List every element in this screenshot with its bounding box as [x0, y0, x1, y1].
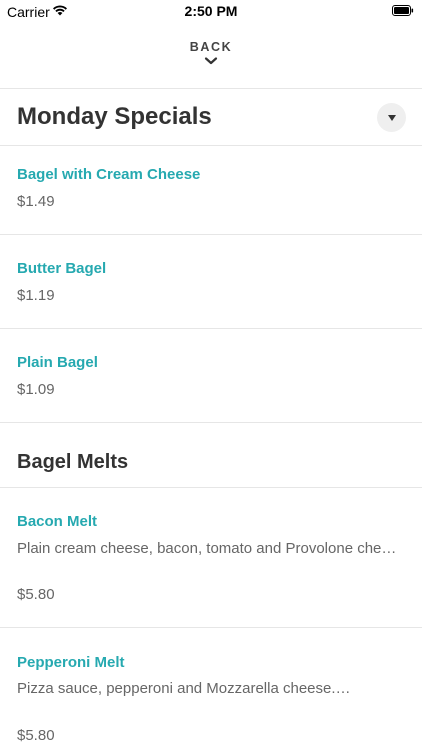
item-name: Butter Bagel [17, 260, 107, 277]
section-title: Monday Specials [17, 103, 212, 130]
status-bar: Carrier 2:50 PM [0, 0, 422, 24]
chevron-down-icon [204, 57, 218, 65]
item-name: Bagel with Cream Cheese [17, 166, 201, 183]
section-dropdown-button[interactable] [377, 103, 406, 132]
clock: 2:50 PM [184, 3, 238, 19]
divider [0, 234, 422, 235]
divider [0, 328, 422, 329]
item-price: $1.09 [17, 381, 55, 398]
item-name: Pepperoni Melt [17, 654, 125, 671]
back-label: BACK [189, 40, 233, 54]
item-price: $5.80 [17, 727, 55, 744]
item-name: Plain Bagel [17, 354, 98, 371]
divider [0, 145, 422, 146]
item-price: $5.80 [17, 586, 55, 603]
back-button[interactable]: BACK [0, 38, 422, 78]
item-description: Plain cream cheese, bacon, tomato and Pr… [17, 540, 402, 557]
item-price: $1.49 [17, 193, 55, 210]
caret-down-icon [388, 115, 396, 121]
divider [0, 88, 422, 89]
divider [0, 422, 422, 423]
item-price: $1.19 [17, 287, 55, 304]
item-name: Bacon Melt [17, 513, 98, 530]
divider [0, 627, 422, 628]
section-title: Bagel Melts [17, 451, 129, 473]
item-description: Pizza sauce, pepperoni and Mozzarella ch… [17, 680, 351, 697]
battery-icon [392, 5, 414, 16]
divider [0, 487, 422, 488]
